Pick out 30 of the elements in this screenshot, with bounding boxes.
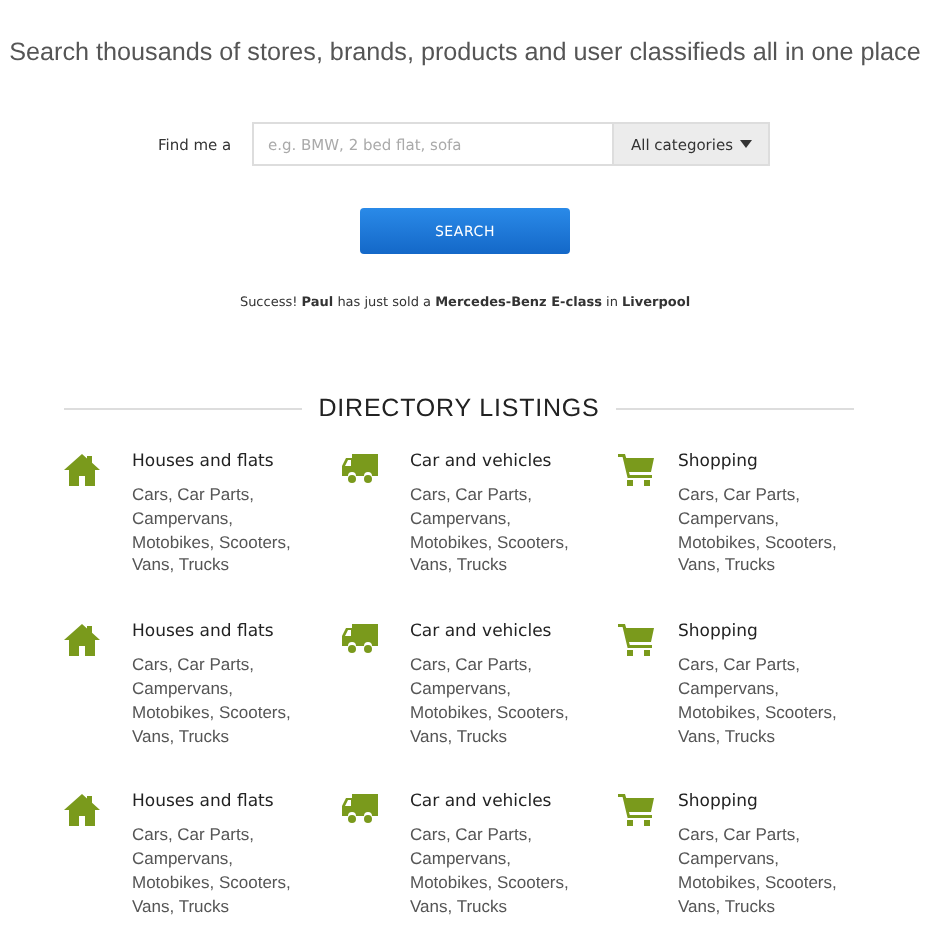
listing-description: Cars, Car Parts, Campervans, Motobikes, Scooters, Vans, Trucks xyxy=(678,824,839,920)
truck-icon xyxy=(342,624,378,655)
listing-description: Cars, Car Parts, Campervans, Motobikes, Scooters, Vans, Trucks xyxy=(678,654,839,749)
listing-title[interactable]: Shopping xyxy=(678,622,858,643)
listing-title[interactable]: Houses and flats xyxy=(132,792,312,813)
listing-description: Cars, Car Parts, Campervans, Motobikes, Scooters, Vans, Trucks xyxy=(678,484,839,579)
cart-icon xyxy=(618,794,654,827)
listing-description: Cars, Car Parts, Campervans, Motobikes, Scooters, Vans, Trucks xyxy=(410,484,571,579)
listing-title[interactable]: Shopping xyxy=(678,452,858,472)
listing-description: Cars, Car Parts, Campervans, Motobikes, Scooters, Vans, Trucks xyxy=(132,484,293,579)
listing-title[interactable]: Houses and flats xyxy=(132,452,312,472)
tagline: Search thousands of stores, brands, products and user classifieds all in one place xyxy=(7,38,923,66)
house-icon xyxy=(64,624,100,657)
house-icon xyxy=(64,794,100,827)
cart-icon xyxy=(618,624,654,657)
listing-title[interactable]: Car and vehicles xyxy=(410,792,590,813)
listing-description: Cars, Car Parts, Campervans, Motobikes, Scooters, Vans, Trucks xyxy=(132,824,293,920)
listing-title[interactable]: Houses and flats xyxy=(132,622,312,643)
section-heading: DIRECTORY LISTINGS xyxy=(318,394,600,422)
truck-icon xyxy=(342,454,378,484)
listing-title[interactable]: Car and vehicles xyxy=(410,622,590,643)
truck-icon xyxy=(342,794,378,825)
listing-title[interactable]: Shopping xyxy=(678,792,858,813)
cart-icon xyxy=(618,454,654,486)
listing-title[interactable]: Car and vehicles xyxy=(410,452,590,472)
listing-description: Cars, Car Parts, Campervans, Motobikes, Scooters, Vans, Trucks xyxy=(410,824,571,920)
listing-description: Cars, Car Parts, Campervans, Motobikes, Scooters, Vans, Trucks xyxy=(410,654,571,749)
listing-description: Cars, Car Parts, Campervans, Motobikes, Scooters, Vans, Trucks xyxy=(132,654,293,749)
house-icon xyxy=(64,454,100,486)
caret-icon xyxy=(739,140,751,148)
